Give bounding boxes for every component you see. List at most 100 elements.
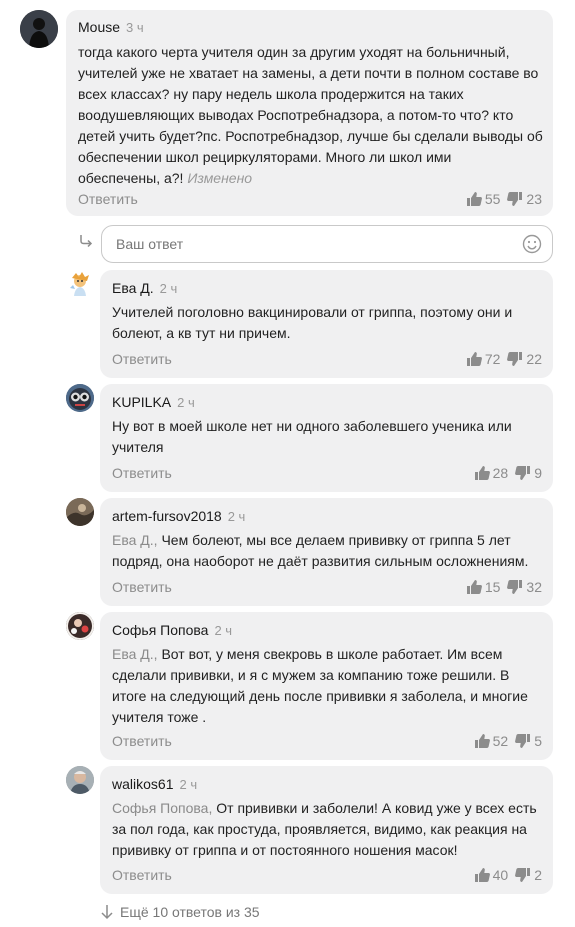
- comment-author[interactable]: Mouse 3 ч: [78, 19, 144, 35]
- comment-time: 2 ч: [159, 281, 178, 296]
- smile-icon[interactable]: [522, 234, 542, 254]
- reply-button[interactable]: Ответить: [78, 191, 138, 207]
- text-line: обеспечены, а?! Изменено: [78, 168, 548, 189]
- comment-time: 2 ч: [227, 509, 246, 524]
- text-line: сделали прививки, и я с мужем за компани…: [112, 667, 510, 683]
- vote-controls: 40 2: [474, 867, 542, 883]
- text-line: воодушевляющих выводах Роспотребнадзора,…: [78, 107, 514, 123]
- arrow-down-icon: [101, 905, 113, 920]
- thumbs-up-icon[interactable]: [474, 465, 490, 481]
- text-line: прививку от гриппа и от постоянного ноше…: [112, 842, 458, 858]
- comment-author[interactable]: artem-fursov2018 2 ч: [112, 508, 245, 524]
- avatar[interactable]: [66, 384, 94, 412]
- likes-count: 55: [484, 191, 501, 207]
- author-name[interactable]: artem-fursov2018: [112, 508, 222, 524]
- vote-controls: 52 5: [474, 733, 542, 749]
- thumbs-up-icon[interactable]: [466, 191, 482, 207]
- vote-controls: 55 23: [466, 191, 542, 207]
- text-line: подряд, она наоборот не даёт развития си…: [112, 553, 529, 569]
- more-replies-link[interactable]: Ещё 10 ответов из 35: [100, 904, 260, 920]
- avatar[interactable]: [66, 612, 94, 640]
- text-line: обеспечении школ рециркуляторами. Много …: [78, 149, 452, 165]
- dislikes-count: 5: [534, 733, 542, 749]
- text-line: учителя: [112, 439, 164, 455]
- reply-input-box[interactable]: [101, 225, 553, 263]
- mention[interactable]: Софья Попова,: [112, 800, 212, 816]
- text-line: за пол года, как простуда, проявляется, …: [112, 821, 527, 837]
- text-line-content: Вот вот, у меня свекровь в школе работае…: [157, 646, 503, 662]
- reply-input[interactable]: [116, 234, 506, 254]
- avatar-image: [66, 612, 94, 640]
- comment-text: Ева Д., Чем болеют, мы все делаем привив…: [112, 530, 548, 572]
- avatar[interactable]: [66, 498, 94, 526]
- thumbs-up-icon[interactable]: [466, 351, 482, 367]
- thumbs-up-icon[interactable]: [466, 579, 482, 595]
- avatar-image: [66, 384, 94, 412]
- mention[interactable]: Ева Д.,: [112, 532, 158, 548]
- likes-count: 52: [492, 733, 509, 749]
- thumbs-down-icon[interactable]: [515, 733, 531, 749]
- vote-controls: 28 9: [474, 465, 542, 481]
- thumbs-down-icon[interactable]: [507, 351, 523, 367]
- comment-time: 3 ч: [126, 20, 144, 35]
- author-name[interactable]: KUPILKA: [112, 394, 171, 410]
- reply-button[interactable]: Ответить: [112, 579, 172, 595]
- vote-controls: 72 22: [466, 351, 542, 367]
- thumbs-down-icon[interactable]: [507, 191, 523, 207]
- dislikes-count: 9: [534, 465, 542, 481]
- likes-count: 72: [484, 351, 501, 367]
- avatar-image: [20, 10, 58, 48]
- comment-text: Ева Д., Вот вот, у меня свекровь в школе…: [112, 644, 548, 728]
- text-line: учителей уже не хватает на замены, а дет…: [78, 65, 539, 81]
- author-name[interactable]: Ева Д.: [112, 280, 154, 296]
- author-name[interactable]: Софья Попова: [112, 622, 208, 638]
- thumbs-down-icon[interactable]: [515, 465, 531, 481]
- text-line: болеют, а кв тут ни причем.: [112, 325, 291, 341]
- text-line: всех классах? ну пару недель школа проде…: [78, 86, 464, 102]
- reply-arrow-icon: [80, 235, 93, 248]
- avatar-image: [66, 270, 94, 298]
- reply-button[interactable]: Ответить: [112, 465, 172, 481]
- dislikes-count: 32: [526, 579, 542, 595]
- comment-author[interactable]: Софья Попова 2 ч: [112, 622, 232, 638]
- comment-author[interactable]: KUPILKA 2 ч: [112, 394, 195, 410]
- text-line: Ева Д., Вот вот, у меня свекровь в школе…: [112, 644, 548, 665]
- thumbs-down-icon[interactable]: [507, 579, 523, 595]
- avatar[interactable]: [20, 10, 58, 48]
- text-line: детей учить будет?пс. Роспотребнадзор, л…: [78, 128, 543, 144]
- text-line: Ева Д., Чем болеют, мы все делаем привив…: [112, 530, 548, 551]
- comment-time: 2 ч: [179, 777, 198, 792]
- comment-text: Ну вот в моей школе нет ни одного заболе…: [112, 416, 548, 458]
- likes-count: 28: [492, 465, 509, 481]
- comment-author[interactable]: walikos61 2 ч: [112, 776, 197, 792]
- vote-controls: 15 32: [466, 579, 542, 595]
- thumbs-up-icon[interactable]: [474, 867, 490, 883]
- likes-count: 40: [492, 867, 509, 883]
- dislikes-count: 22: [526, 351, 542, 367]
- comment-author[interactable]: Ева Д. 2 ч: [112, 280, 177, 296]
- author-name[interactable]: walikos61: [112, 776, 173, 792]
- edited-label: Изменено: [187, 170, 253, 186]
- avatar[interactable]: [66, 270, 94, 298]
- avatar-image: [66, 766, 94, 794]
- mention[interactable]: Ева Д.,: [112, 646, 158, 662]
- text-line: итоге на следующий день после прививки я…: [112, 688, 528, 704]
- avatar-image: [66, 498, 94, 526]
- comment-text: Учителей поголовно вакцинировали от грип…: [112, 302, 548, 344]
- text-line-content: Чем болеют, мы все делаем прививку от гр…: [157, 532, 511, 548]
- dislikes-count: 23: [526, 191, 542, 207]
- text-line-content: От прививки и заболели! А ковид уже у вс…: [212, 800, 537, 816]
- author-name[interactable]: Mouse: [78, 19, 120, 35]
- comment-time: 2 ч: [214, 623, 233, 638]
- thumbs-down-icon[interactable]: [515, 867, 531, 883]
- more-replies-label[interactable]: Ещё 10 ответов из 35: [120, 904, 260, 920]
- reply-button[interactable]: Ответить: [112, 733, 172, 749]
- text-line: учителя тоже .: [112, 709, 207, 725]
- comment-text: тогда какого черта учителя один за други…: [78, 42, 548, 189]
- text-line: Софья Попова, От прививки и заболели! А …: [112, 798, 548, 819]
- thumbs-up-icon[interactable]: [474, 733, 490, 749]
- text-line-content: обеспечены, а?!: [78, 170, 184, 186]
- avatar[interactable]: [66, 766, 94, 794]
- reply-button[interactable]: Ответить: [112, 351, 172, 367]
- reply-button[interactable]: Ответить: [112, 867, 172, 883]
